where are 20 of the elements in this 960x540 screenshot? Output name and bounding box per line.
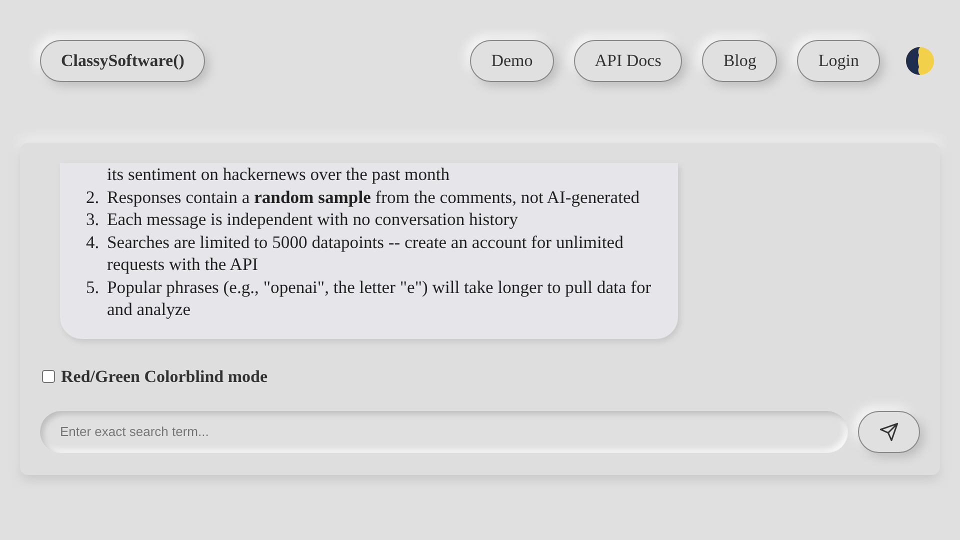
list-item-text: its sentiment on hackernews over the past month bbox=[107, 163, 450, 186]
list-number: 2. bbox=[86, 186, 100, 208]
list-item-text: Popular phrases (e.g., "openai", the letter "e") will take longer to pull data for and analyze bbox=[107, 276, 652, 320]
list-item-text: Each message is independent with no conversation history bbox=[107, 208, 518, 230]
brand-button[interactable]: ClassySoftware() bbox=[40, 40, 206, 82]
list-number: 3. bbox=[86, 208, 100, 230]
list-item-text: Responses contain a random sample from the comments, not AI-generated bbox=[107, 186, 640, 208]
nav-link[interactable]: Demo bbox=[470, 40, 554, 82]
checkbox-label: Red/Green Colorblind mode bbox=[61, 366, 268, 386]
list-number: 4. bbox=[86, 230, 100, 254]
nav-link[interactable]: Login bbox=[797, 40, 880, 82]
nav-link[interactable]: Blog bbox=[702, 40, 778, 82]
list-item-text: Searches are limited to 5000 datapoints -- create an account for unlimited requests with the API bbox=[107, 230, 624, 276]
list-number: 5. bbox=[86, 276, 100, 298]
send-icon bbox=[879, 422, 899, 442]
colorblind-checkbox[interactable] bbox=[42, 370, 55, 383]
nav-link[interactable]: API Docs bbox=[574, 40, 682, 82]
search-field[interactable]: Enter exact search term... bbox=[40, 410, 848, 452]
send-button[interactable] bbox=[858, 410, 920, 452]
moon-icon[interactable] bbox=[906, 47, 934, 75]
